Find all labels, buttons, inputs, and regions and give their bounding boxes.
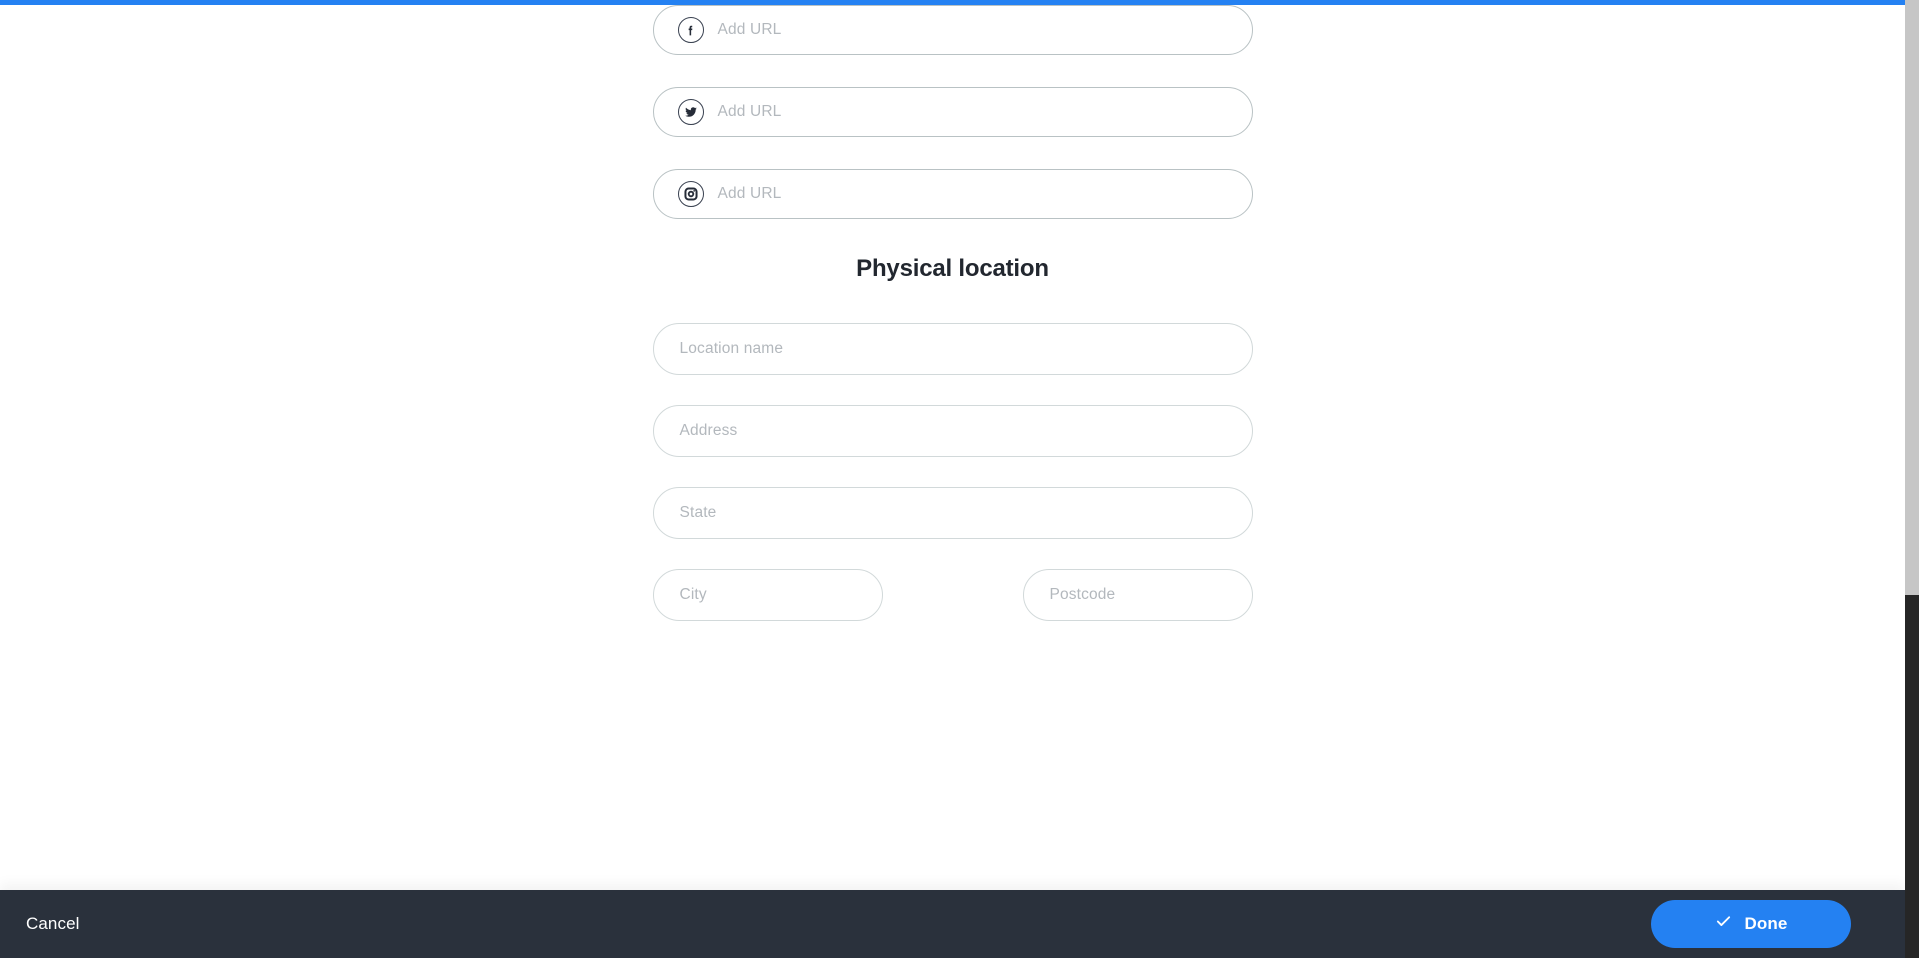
- twitter-url-field[interactable]: Add URL: [652, 87, 1253, 137]
- location-name-placeholder: Location name: [679, 340, 784, 357]
- facebook-url-field[interactable]: Add URL: [652, 5, 1253, 55]
- bottom-action-bar: Cancel Done: [0, 890, 1905, 958]
- facebook-url-placeholder: Add URL: [717, 21, 782, 38]
- scrollable-content: Add URL Add URL Add URL Physical locatio…: [0, 5, 1905, 890]
- facebook-icon: [677, 17, 704, 43]
- location-name-field[interactable]: Location name: [652, 323, 1253, 375]
- instagram-icon: [677, 181, 704, 207]
- city-postcode-row: City Postcode: [652, 569, 1253, 621]
- twitter-icon: [677, 99, 704, 125]
- postcode-placeholder: Postcode: [1049, 586, 1116, 603]
- address-field[interactable]: Address: [652, 405, 1253, 457]
- form-column: Add URL Add URL Add URL Physical locatio…: [652, 5, 1253, 621]
- page-scrollbar[interactable]: [1905, 0, 1919, 958]
- check-icon: [1715, 913, 1732, 935]
- instagram-url-field[interactable]: Add URL: [652, 169, 1253, 219]
- address-placeholder: Address: [679, 422, 738, 439]
- postcode-field[interactable]: Postcode: [1022, 569, 1253, 621]
- page-root: Add URL Add URL Add URL Physical locatio…: [0, 0, 1919, 958]
- instagram-url-placeholder: Add URL: [717, 185, 782, 202]
- state-placeholder: State: [679, 504, 717, 521]
- twitter-url-placeholder: Add URL: [717, 103, 782, 120]
- scrollbar-lower-track[interactable]: [1905, 595, 1919, 958]
- scrollbar-thumb[interactable]: [1905, 0, 1919, 595]
- physical-location-heading: Physical location: [856, 255, 1049, 282]
- city-placeholder: City: [679, 586, 707, 603]
- city-field[interactable]: City: [652, 569, 883, 621]
- done-button-label: Done: [1744, 914, 1788, 933]
- done-button[interactable]: Done: [1651, 900, 1851, 948]
- cancel-button[interactable]: Cancel: [26, 914, 80, 934]
- state-field[interactable]: State: [652, 487, 1253, 539]
